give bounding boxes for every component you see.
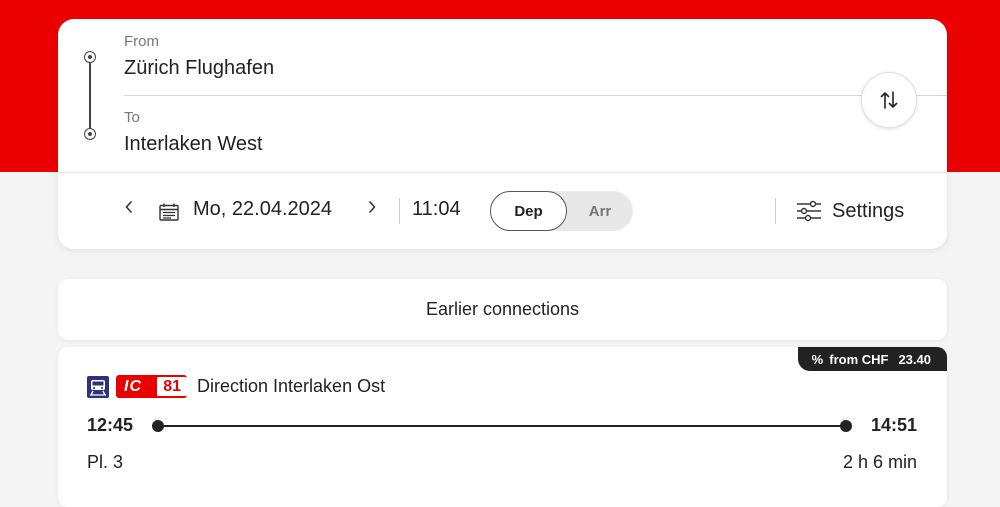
to-field[interactable]: Interlaken West	[124, 133, 263, 156]
arrival-toggle-button[interactable]: Arr	[567, 191, 633, 231]
direction-text: Direction Interlaken Ost	[197, 376, 386, 396]
settings-label: Settings	[832, 199, 905, 222]
price-prefix: from CHF	[829, 351, 889, 367]
journey-line	[158, 425, 846, 427]
from-label: From	[124, 33, 159, 50]
origin-stop-icon	[84, 51, 96, 63]
dep-arr-toggle: Dep Arr	[490, 191, 633, 231]
price-amount: 23.40	[898, 351, 931, 367]
to-label: To	[124, 109, 140, 126]
platform-text: Pl. 3	[87, 452, 124, 472]
departure-toggle-button[interactable]: Dep	[490, 191, 567, 231]
search-card: From Zürich Flughafen To Interlaken West…	[58, 19, 947, 249]
from-field[interactable]: Zürich Flughafen	[124, 57, 274, 80]
date-selector[interactable]: Mo, 22.04.2024	[193, 198, 332, 221]
duration-text: 2 h 6 min	[842, 452, 917, 472]
sliders-icon	[797, 200, 821, 222]
destination-stop-icon	[84, 128, 96, 140]
earlier-connections-button[interactable]: Earlier connections	[58, 279, 947, 340]
discount-percent-icon: %	[811, 351, 824, 367]
calendar-icon	[159, 203, 179, 221]
train-icon	[87, 376, 109, 398]
date-time-row: Mo, 22.04.2024 11:04 Dep Arr Settings	[58, 173, 947, 249]
chevron-right-icon	[369, 201, 376, 213]
field-divider	[124, 95, 947, 96]
product-number: 81	[157, 377, 187, 396]
connection-card[interactable]: % from CHF 23.40 IC 81 Direction Interla…	[58, 347, 947, 507]
divider	[775, 198, 776, 224]
arrival-time: 14:51	[870, 415, 917, 435]
time-selector[interactable]: 11:04	[412, 198, 461, 221]
route-line	[89, 56, 91, 133]
divider	[399, 198, 400, 224]
swap-arrows-icon	[880, 91, 898, 109]
swap-stations-button[interactable]	[861, 72, 917, 128]
departure-time: 12:45	[87, 415, 134, 435]
product-category: IC	[116, 377, 154, 396]
settings-button[interactable]: Settings	[796, 195, 904, 227]
chevron-left-icon	[125, 201, 132, 213]
next-day-button[interactable]	[367, 200, 377, 219]
previous-day-button[interactable]	[124, 200, 134, 219]
product-badge: IC 81	[116, 375, 187, 398]
price-badge: % from CHF 23.40	[797, 347, 947, 371]
journey-start-dot	[152, 420, 164, 432]
journey-end-dot	[840, 420, 852, 432]
